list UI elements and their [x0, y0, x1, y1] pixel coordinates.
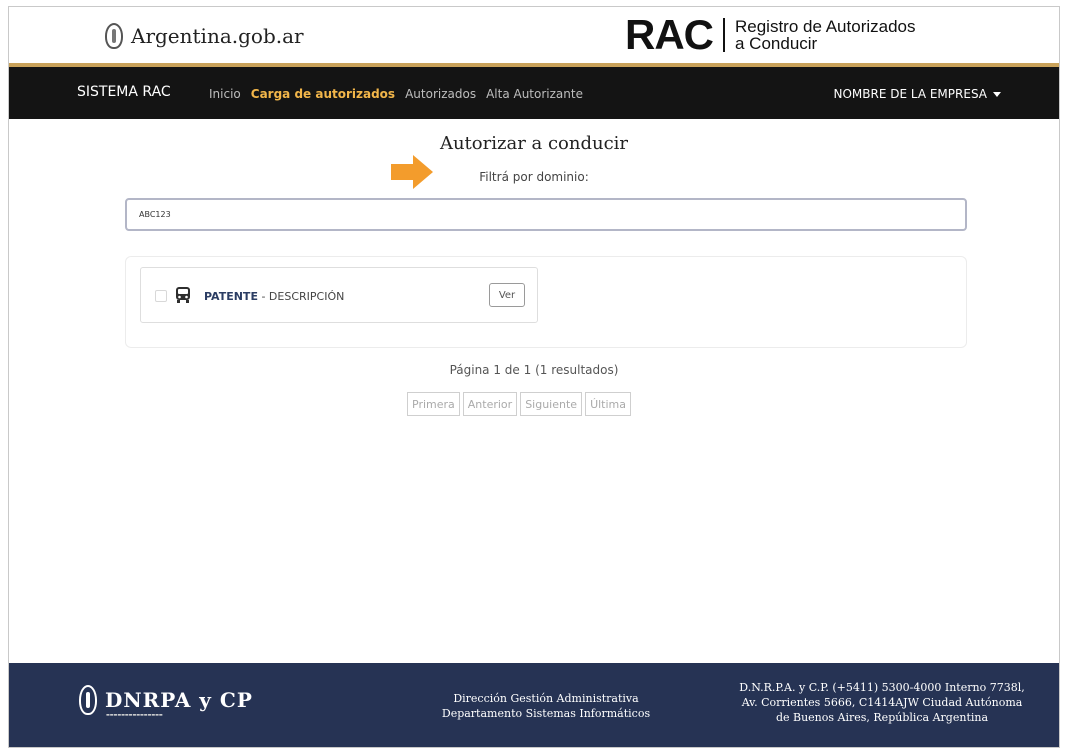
- nav-link-inicio[interactable]: Inicio: [209, 87, 241, 101]
- filter-label: Filtrá por dominio:: [479, 170, 589, 184]
- pager: Primera Anterior Siguiente Última: [407, 392, 631, 416]
- footer-mid-line-2: Departamento Sistemas Informáticos: [441, 707, 651, 720]
- result-item: PATENTE - DESCRIPCIÓN Ver: [140, 267, 538, 323]
- national-seal-icon: [79, 685, 97, 715]
- nav-brand[interactable]: SISTEMA RAC: [77, 84, 171, 100]
- page-title: Autorizar a conducir: [439, 133, 629, 154]
- gov-name: Argentina.gob.ar: [131, 24, 304, 48]
- result-separator: -: [257, 290, 269, 303]
- domain-filter-input[interactable]: [125, 198, 967, 231]
- pager-next-button[interactable]: Siguiente: [520, 392, 583, 416]
- company-menu[interactable]: NOMBRE DE LA EMPRESA: [833, 87, 1001, 101]
- rac-title: RAC: [625, 11, 714, 58]
- pager-first-button[interactable]: Primera: [407, 392, 460, 416]
- footer-contact: D.N.R.P.A. y C.P. (+5411) 5300-4000 Inte…: [717, 680, 1047, 725]
- pagination-info: Página 1 de 1 (1 resultados): [449, 363, 619, 377]
- app-window: Argentina.gob.ar RAC Registro de Autoriz…: [8, 6, 1060, 748]
- national-seal-icon: [105, 23, 123, 49]
- nav-links: Inicio Carga de autorizados Autorizados …: [209, 87, 583, 101]
- nav-link-autorizados[interactable]: Autorizados: [405, 87, 476, 101]
- footer: DNRPA y CP ▬▬▬▬▬▬▬▬▬▬▬▬▬▬▬ Dirección Ges…: [9, 663, 1059, 747]
- rac-divider: [723, 18, 725, 52]
- footer-department: Dirección Gestión Administrativa Departa…: [425, 691, 667, 721]
- gov-logo[interactable]: Argentina.gob.ar: [105, 23, 304, 49]
- nav-link-alta-autorizante[interactable]: Alta Autorizante: [486, 87, 583, 101]
- rac-subtitle: Registro de Autorizados a Conducir: [735, 18, 916, 52]
- pager-last-button[interactable]: Última: [585, 392, 631, 416]
- pager-prev-button[interactable]: Anterior: [462, 392, 518, 416]
- footer-logo-text: DNRPA y CP: [105, 688, 253, 712]
- view-button[interactable]: Ver: [489, 283, 525, 307]
- footer-logo: DNRPA y CP: [79, 685, 253, 715]
- top-header: Argentina.gob.ar RAC Registro de Autoriz…: [9, 7, 1059, 67]
- company-menu-label: NOMBRE DE LA EMPRESA: [833, 87, 987, 101]
- rac-logo: RAC Registro de Autorizados a Conducir: [625, 11, 916, 58]
- footer-contact-line-1: D.N.R.P.A. y C.P. (+5411) 5300-4000 Inte…: [739, 681, 1025, 694]
- rac-subtitle-line-2: a Conducir: [735, 34, 818, 53]
- nav-link-carga-de-autorizados[interactable]: Carga de autorizados: [251, 87, 395, 101]
- caret-down-icon: [993, 91, 1001, 97]
- results-panel: PATENTE - DESCRIPCIÓN Ver: [125, 256, 967, 348]
- footer-logo-tagline: ▬▬▬▬▬▬▬▬▬▬▬▬▬▬▬: [106, 712, 163, 717]
- result-checkbox[interactable]: [155, 290, 167, 302]
- result-label: PATENTE - DESCRIPCIÓN: [204, 290, 344, 303]
- footer-contact-line-3: de Buenos Aires, República Argentina: [775, 711, 989, 724]
- bus-icon: [176, 287, 190, 303]
- footer-mid-line-1: Dirección Gestión Administrativa: [453, 692, 639, 705]
- navbar: SISTEMA RAC Inicio Carga de autorizados …: [9, 67, 1059, 119]
- result-patente: PATENTE: [204, 290, 258, 303]
- footer-contact-line-2: Av. Corrientes 5666, C1414AJW Ciudad Aut…: [741, 696, 1023, 709]
- result-descripcion: DESCRIPCIÓN: [268, 290, 345, 303]
